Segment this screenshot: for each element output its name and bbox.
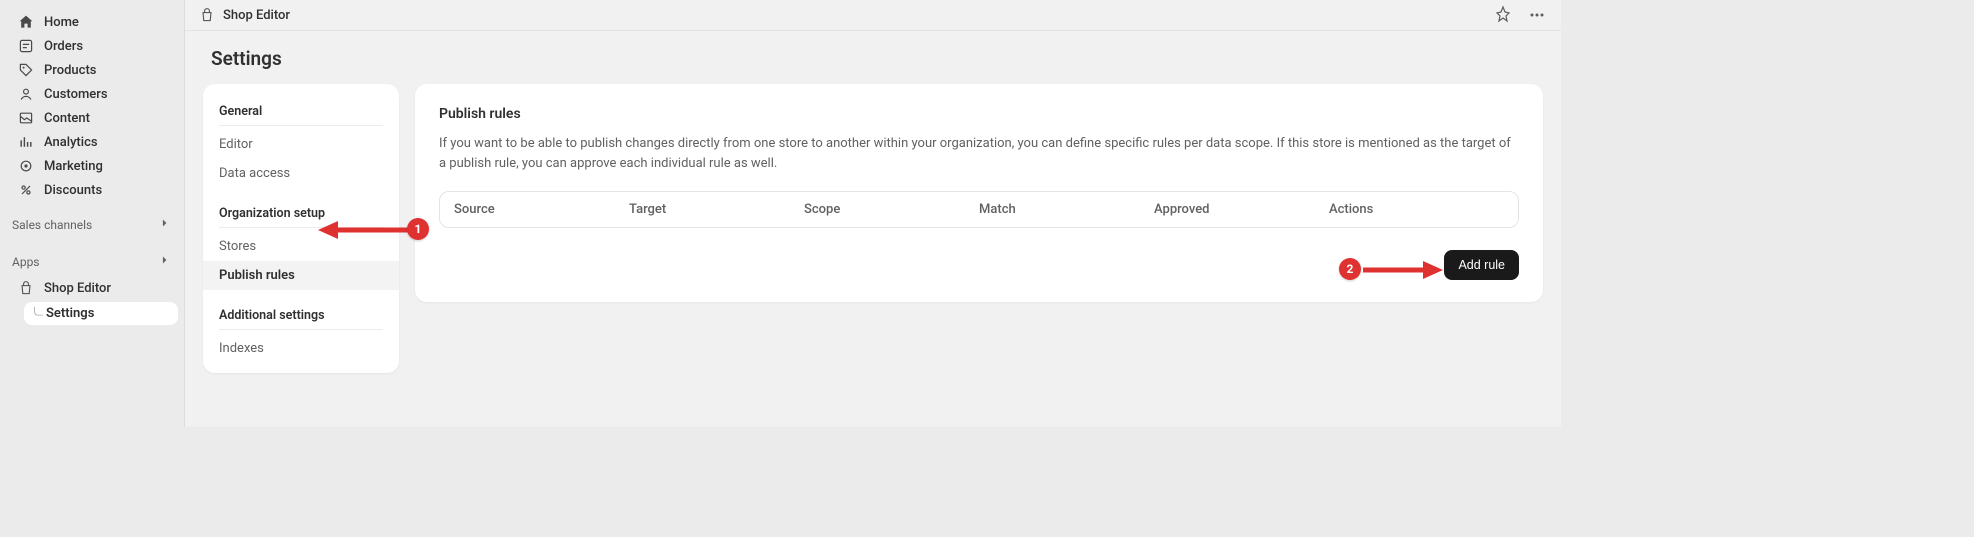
topbar: Shop Editor [185, 0, 1561, 31]
topbar-left: Shop Editor [199, 7, 290, 23]
card-description: If you want to be able to publish change… [439, 134, 1519, 173]
menu-editor[interactable]: Editor [203, 130, 399, 159]
divider [219, 329, 383, 330]
th-match: Match [979, 202, 1154, 217]
menu-publish-rules[interactable]: Publish rules [203, 261, 399, 290]
section-sales-channels[interactable]: Sales channels [0, 210, 184, 237]
rules-table: Source Target Scope Match Approved Actio… [439, 191, 1519, 228]
bag-icon [199, 7, 215, 23]
orders-icon [18, 38, 34, 54]
topbar-title: Shop Editor [223, 8, 290, 23]
home-icon [18, 14, 34, 30]
card-title: Publish rules [439, 106, 1519, 122]
annotation-badge-1: 1 [407, 218, 429, 240]
table-header: Source Target Scope Match Approved Actio… [440, 192, 1518, 227]
annotation-arrow-1 [318, 218, 410, 242]
group-title: Additional settings [219, 304, 383, 329]
products-icon [18, 62, 34, 78]
nav-label: Orders [44, 39, 83, 54]
th-actions: Actions [1329, 202, 1504, 217]
nav-home[interactable]: Home [6, 10, 178, 34]
divider [219, 125, 383, 126]
nav-analytics[interactable]: Analytics [6, 130, 178, 154]
nav-discounts[interactable]: Discounts [6, 178, 178, 202]
customers-icon [18, 86, 34, 102]
pin-icon[interactable] [1493, 5, 1513, 25]
topbar-right [1493, 5, 1547, 25]
th-target: Target [629, 202, 804, 217]
group-title: General [219, 100, 383, 125]
add-rule-button[interactable]: Add rule [1444, 250, 1519, 280]
sidebar: Home Orders Products Customers Content A… [0, 0, 184, 427]
nav-products[interactable]: Products [6, 58, 178, 82]
nav-label: Marketing [44, 159, 103, 174]
sub-nav: Settings [18, 302, 184, 325]
nav-label: Settings [46, 306, 94, 321]
marketing-icon [18, 158, 34, 174]
more-icon[interactable] [1527, 5, 1547, 25]
group-additional: Additional settings [203, 298, 399, 329]
nav-label: Customers [44, 87, 108, 102]
section-label: Sales channels [12, 218, 92, 232]
bag-icon [18, 280, 34, 296]
main: Shop Editor Settings General Editor Data… [184, 0, 1561, 427]
group-general: General [203, 94, 399, 125]
nav-label: Products [44, 63, 96, 78]
nav-label: Home [44, 15, 79, 30]
annotation-arrow-2 [1363, 258, 1443, 282]
menu-data-access[interactable]: Data access [203, 159, 399, 188]
chevron-right-icon [158, 253, 172, 270]
nav-orders[interactable]: Orders [6, 34, 178, 58]
th-scope: Scope [804, 202, 979, 217]
nav-label: Discounts [44, 183, 102, 198]
th-approved: Approved [1154, 202, 1329, 217]
nav-customers[interactable]: Customers [6, 82, 178, 106]
annotation-badge-2: 2 [1339, 258, 1361, 280]
nav-label: Shop Editor [44, 281, 111, 296]
nav-label: Analytics [44, 135, 98, 150]
th-source: Source [454, 202, 629, 217]
menu-indexes[interactable]: Indexes [203, 334, 399, 363]
content-icon [18, 110, 34, 126]
section-label: Apps [12, 255, 40, 269]
discounts-icon [18, 182, 34, 198]
nav-app-shop-editor[interactable]: Shop Editor [6, 276, 178, 300]
nav-app-settings[interactable]: Settings [24, 302, 178, 325]
nav-marketing[interactable]: Marketing [6, 154, 178, 178]
analytics-icon [18, 134, 34, 150]
nav-content[interactable]: Content [6, 106, 178, 130]
nav-label: Content [44, 111, 90, 126]
section-apps[interactable]: Apps [0, 247, 184, 274]
page-title: Settings [185, 31, 1561, 80]
chevron-right-icon [158, 216, 172, 233]
